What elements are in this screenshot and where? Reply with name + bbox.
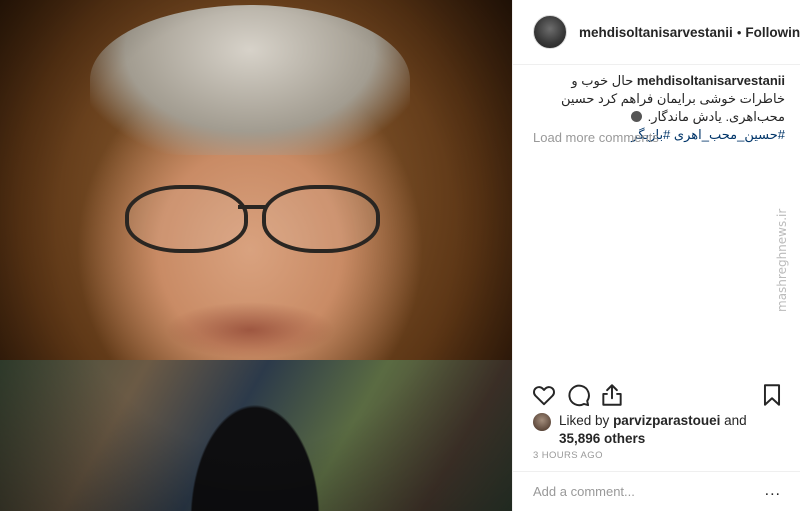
watermark: mashreghnews.ir	[775, 208, 789, 312]
comment-input[interactable]: Add a comment...	[533, 484, 635, 499]
likes-prefix: Liked by	[559, 413, 610, 428]
action-bar	[513, 378, 800, 412]
header-separator: •	[736, 24, 742, 40]
post-side-panel: mehdisoltanisarvestanii • Following mehd…	[512, 0, 800, 511]
liker-avatar[interactable]	[533, 413, 551, 431]
load-more-comments[interactable]: Load more comments	[533, 130, 659, 145]
likes-count[interactable]: 35,896 others	[559, 431, 645, 446]
post-timestamp[interactable]: 3 HOURS AGO	[533, 450, 603, 461]
caption-hashtag-1[interactable]: #حسین_محب_اهری	[674, 127, 785, 142]
comment-icon[interactable]	[565, 382, 591, 408]
liker-username[interactable]: parvizparastouei	[613, 413, 720, 428]
likes-text: Liked by parvizparastouei and 35,896 oth…	[559, 412, 747, 448]
share-icon[interactable]	[599, 382, 625, 408]
photo-vignette	[0, 0, 512, 511]
likes-and: and	[724, 413, 747, 428]
likes-summary: Liked by parvizparastouei and 35,896 oth…	[533, 412, 747, 448]
caption-username[interactable]: mehdisoltanisarvestanii	[637, 73, 785, 88]
header-username[interactable]: mehdisoltanisarvestanii	[579, 25, 733, 40]
face-emoji-icon	[630, 111, 642, 122]
post-photo[interactable]	[0, 0, 512, 511]
heart-icon[interactable]	[531, 382, 557, 408]
post-header: mehdisoltanisarvestanii • Following	[513, 0, 800, 65]
avatar[interactable]	[533, 15, 567, 49]
add-comment-bar: Add a comment... ...	[513, 471, 800, 512]
